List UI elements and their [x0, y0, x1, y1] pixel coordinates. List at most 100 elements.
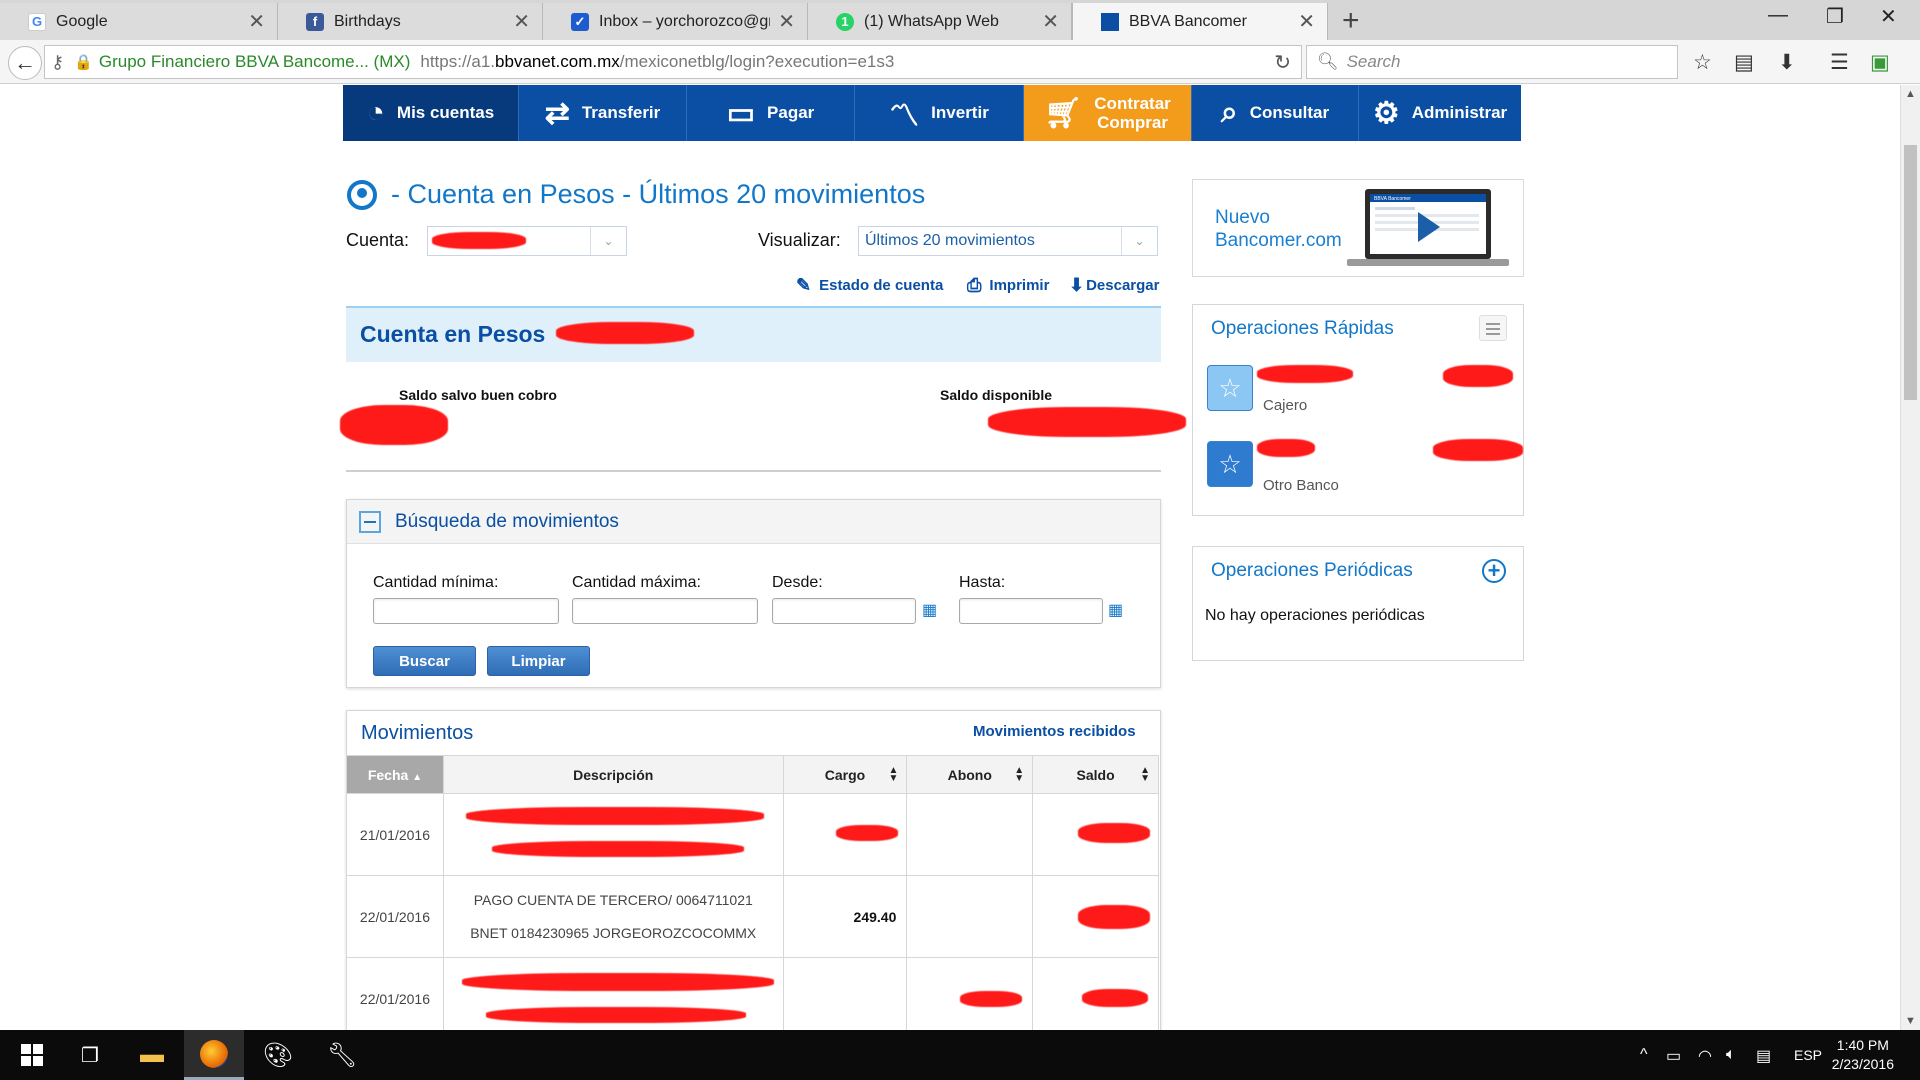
- scrollbar-thumb[interactable]: [1904, 145, 1917, 400]
- redaction-mark: [432, 232, 526, 249]
- busqueda-header[interactable]: Búsqueda de movimientos: [347, 500, 1160, 544]
- reading-list-icon[interactable]: ▤: [1734, 50, 1754, 75]
- cell-descripcion: PAGO CUENTA DE TERCERO/ 0064711021 BNET 0…: [442, 875, 784, 958]
- nav-mis-cuentas[interactable]: ◔ Mis cuentas: [343, 85, 519, 141]
- calendar-icon[interactable]: ▦: [1108, 600, 1123, 620]
- file-explorer-icon[interactable]: ▬: [128, 1030, 176, 1080]
- wifi-icon[interactable]: ◠: [1698, 1046, 1712, 1066]
- page-scrollbar[interactable]: ▲ ▼: [1900, 85, 1920, 1030]
- nav-invertir[interactable]: 〽 Invertir: [855, 85, 1024, 141]
- descargar-link[interactable]: ⬇ Descargar: [1069, 275, 1159, 296]
- hasta-input[interactable]: [959, 598, 1103, 624]
- add-circle-icon[interactable]: +: [1482, 559, 1506, 583]
- table-row[interactable]: 22/01/2016 PAGO CUENTA DE TERCERO/ 00647…: [346, 875, 1159, 958]
- url-text[interactable]: https://a1.bbvanet.com.mx/mexiconetblg/l…: [420, 52, 894, 72]
- nav-contratar-comprar[interactable]: 🛒︎ Contratar Comprar: [1024, 85, 1192, 141]
- visualizar-select[interactable]: Últimos 20 movimientos ⌄: [858, 226, 1158, 256]
- language-indicator[interactable]: ESP: [1794, 1047, 1822, 1063]
- trend-line-icon: 〽: [889, 100, 920, 133]
- estado-de-cuenta-link[interactable]: ✎ Estado de cuenta: [796, 275, 943, 296]
- download-arrow-icon: ⬇: [1069, 275, 1085, 295]
- operaciones-rapidas-panel: Operaciones Rápidas ☆ Cajero ☆ Otro Banc…: [1192, 304, 1524, 516]
- windows-start-icon[interactable]: [8, 1030, 56, 1080]
- sort-icon: ▲ ▼: [1140, 765, 1150, 784]
- menu-lines-icon[interactable]: [1479, 315, 1507, 341]
- col-fecha[interactable]: Fecha ▲: [346, 755, 444, 794]
- col-label: Saldo: [1076, 766, 1115, 783]
- close-tab-icon[interactable]: ✕: [513, 9, 530, 34]
- inbox-favicon-icon: ✓: [571, 12, 589, 31]
- buscar-button[interactable]: Buscar: [373, 646, 476, 676]
- back-arrow-icon[interactable]: ←: [8, 46, 42, 80]
- desde-input[interactable]: [772, 598, 916, 624]
- notification-icon[interactable]: ▤: [1756, 1046, 1771, 1066]
- calendar-icon[interactable]: ▦: [922, 600, 937, 620]
- movimientos-recibidos-link[interactable]: Movimientos recibidos: [973, 723, 1136, 740]
- minimize-icon[interactable]: —: [1768, 4, 1788, 27]
- tab-bbva[interactable]: BBVA Bancomer ✕: [1072, 3, 1328, 40]
- nav-label: Transferir: [581, 103, 661, 122]
- extension-icon[interactable]: ▣: [1870, 50, 1890, 75]
- cantidad-min-input[interactable]: [373, 598, 559, 624]
- imprimir-label: Imprimir: [989, 277, 1050, 294]
- restore-icon[interactable]: ❐: [1826, 4, 1844, 29]
- cuenta-label: Cuenta:: [346, 230, 410, 250]
- whatsapp-favicon-icon: 1: [836, 12, 854, 31]
- close-tab-icon[interactable]: ✕: [1298, 9, 1315, 34]
- scroll-down-icon[interactable]: ▼: [1905, 1015, 1916, 1027]
- col-cargo[interactable]: Cargo ▲ ▼: [782, 755, 908, 794]
- close-tab-icon[interactable]: ✕: [248, 9, 265, 34]
- redaction-mark: [492, 841, 744, 857]
- hamburger-menu-icon[interactable]: ☰: [1830, 50, 1849, 75]
- task-view-icon[interactable]: ❐: [66, 1030, 114, 1080]
- col-saldo[interactable]: Saldo ▲ ▼: [1032, 755, 1159, 794]
- col-descripcion: Descripción: [442, 755, 784, 794]
- new-tab-icon[interactable]: +: [1342, 4, 1360, 38]
- close-tab-icon[interactable]: ✕: [778, 9, 795, 34]
- volume-icon[interactable]: 🔈︎: [1726, 1046, 1736, 1064]
- app-icon[interactable]: 🔧︎: [314, 1030, 370, 1080]
- col-abono[interactable]: Abono ▲ ▼: [906, 755, 1034, 794]
- battery-icon[interactable]: ▭: [1666, 1046, 1681, 1066]
- nav-consultar[interactable]: ⌕ Consultar: [1192, 85, 1359, 141]
- card-icon: ▭: [726, 96, 756, 130]
- firefox-icon[interactable]: [184, 1030, 244, 1080]
- collapse-icon[interactable]: [359, 510, 381, 533]
- bookmark-star-icon[interactable]: ☆: [1693, 50, 1712, 75]
- redaction-mark: [1082, 989, 1148, 1007]
- reload-icon[interactable]: ↻: [1274, 50, 1291, 75]
- search-icon: 🔍︎: [1317, 52, 1339, 71]
- site-identity[interactable]: ⚷ 🔒 Grupo Financiero BBVA Bancome... (MX…: [45, 52, 410, 73]
- star-icon[interactable]: ☆: [1207, 365, 1253, 411]
- col-label: Fecha: [367, 766, 409, 783]
- quick-op-label[interactable]: Cajero: [1263, 397, 1307, 414]
- table-row[interactable]: 22/01/2016: [346, 957, 1159, 1030]
- close-tab-icon[interactable]: ✕: [1042, 9, 1059, 34]
- desc-line1: PAGO CUENTA DE TERCERO/ 0064711021: [473, 891, 753, 908]
- imprimir-link[interactable]: ⎙ Imprimir: [967, 275, 1049, 296]
- clock[interactable]: 1:40 PM 2/23/2016: [1832, 1036, 1894, 1074]
- tab-whatsapp[interactable]: 1 (1) WhatsApp Web ✕: [808, 3, 1072, 40]
- limpiar-button[interactable]: Limpiar: [487, 646, 590, 676]
- nav-transferir[interactable]: ⇄ Transferir: [519, 85, 687, 141]
- nuevo-bancomer-banner[interactable]: Nuevo Bancomer.com BBVA Bancomer: [1192, 179, 1524, 277]
- search-placeholder: Search: [1346, 52, 1401, 71]
- url-bar[interactable]: ⚷ 🔒 Grupo Financiero BBVA Bancome... (MX…: [44, 45, 1302, 79]
- cantidad-max-input[interactable]: [572, 598, 758, 624]
- google-favicon-icon: G: [28, 12, 46, 31]
- download-icon[interactable]: ⬇: [1778, 50, 1796, 75]
- sort-icon: ▲ ▼: [888, 765, 899, 784]
- table-row[interactable]: 21/01/2016: [346, 793, 1159, 876]
- tab-birthdays[interactable]: f Birthdays ✕: [278, 3, 543, 40]
- chevron-up-icon[interactable]: ^: [1640, 1046, 1648, 1064]
- close-window-icon[interactable]: ✕: [1880, 4, 1897, 29]
- tab-google[interactable]: G Google ✕: [0, 3, 278, 40]
- paint-icon[interactable]: 🎨︎: [250, 1030, 306, 1080]
- star-icon[interactable]: ☆: [1207, 441, 1253, 487]
- quick-op-label[interactable]: Otro Banco: [1263, 477, 1339, 494]
- search-input[interactable]: 🔍︎ Search: [1306, 45, 1678, 79]
- nav-pagar[interactable]: ▭ Pagar: [687, 85, 855, 141]
- scroll-up-icon[interactable]: ▲: [1905, 88, 1916, 100]
- tab-inbox[interactable]: ✓ Inbox – yorchorozco@gm… ✕: [543, 3, 808, 40]
- nav-administrar[interactable]: ⚙ Administrar: [1359, 85, 1521, 141]
